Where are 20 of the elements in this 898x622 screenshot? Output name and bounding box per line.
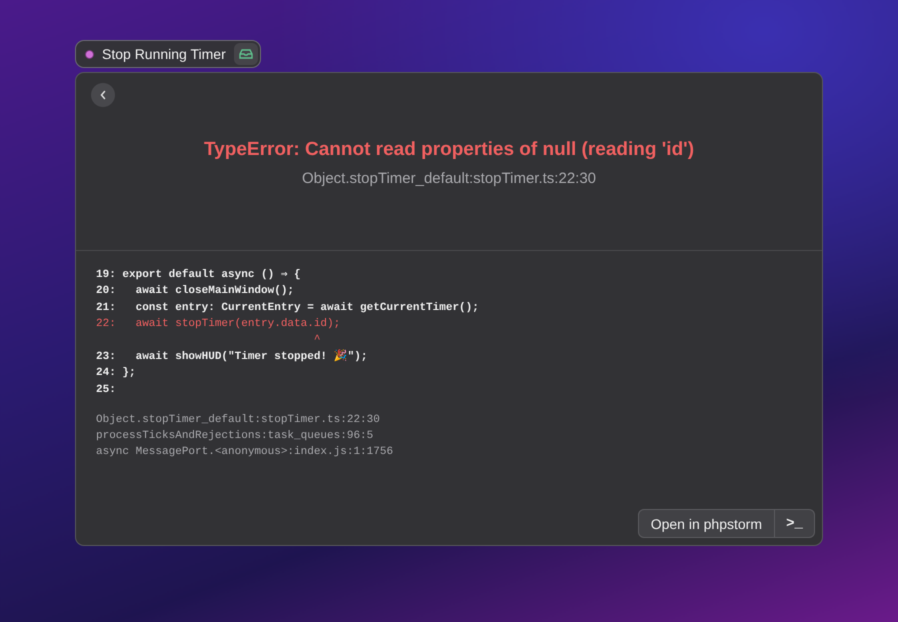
code-line: 20: await closeMainWindow();	[96, 284, 296, 300]
code-line: 22: await stopTimer(entry.data.id);	[96, 316, 342, 332]
chevron-left-icon	[99, 90, 107, 100]
stack-trace-line: async MessagePort.<anonymous>:index.js:1:1756	[96, 445, 394, 460]
status-dot-icon	[85, 50, 94, 58]
stack-trace-line: processTicksAndRejections:task_queues:96:5	[96, 429, 374, 444]
code-line: 24: };	[96, 366, 137, 382]
back-button[interactable]	[91, 83, 115, 107]
error-marker: ^	[312, 333, 320, 348]
code-line: 23: await showHUD("Timer stopped! 🎉");	[96, 349, 368, 366]
error-location: Object.stopTimer_default:stopTimer.ts:22:30	[302, 170, 596, 187]
open-in-editor-button[interactable]: Open in phpstorm	[638, 509, 775, 538]
code-line: 25:	[96, 382, 117, 398]
code-line: 21: const entry: CurrentEntry = await getCurrentTimer();	[96, 300, 480, 316]
command-title: Stop Running Timer	[102, 46, 226, 62]
error-title: TypeError: Cannot read properties of null (reading 'id')	[204, 139, 694, 161]
stack-trace-line: Object.stopTimer_default:stopTimer.ts:22:30	[96, 413, 381, 428]
terminal-button[interactable]: >_	[775, 509, 815, 538]
code-line: 19: export default async () ⇒ {	[96, 268, 302, 283]
tray-icon[interactable]	[234, 43, 258, 65]
